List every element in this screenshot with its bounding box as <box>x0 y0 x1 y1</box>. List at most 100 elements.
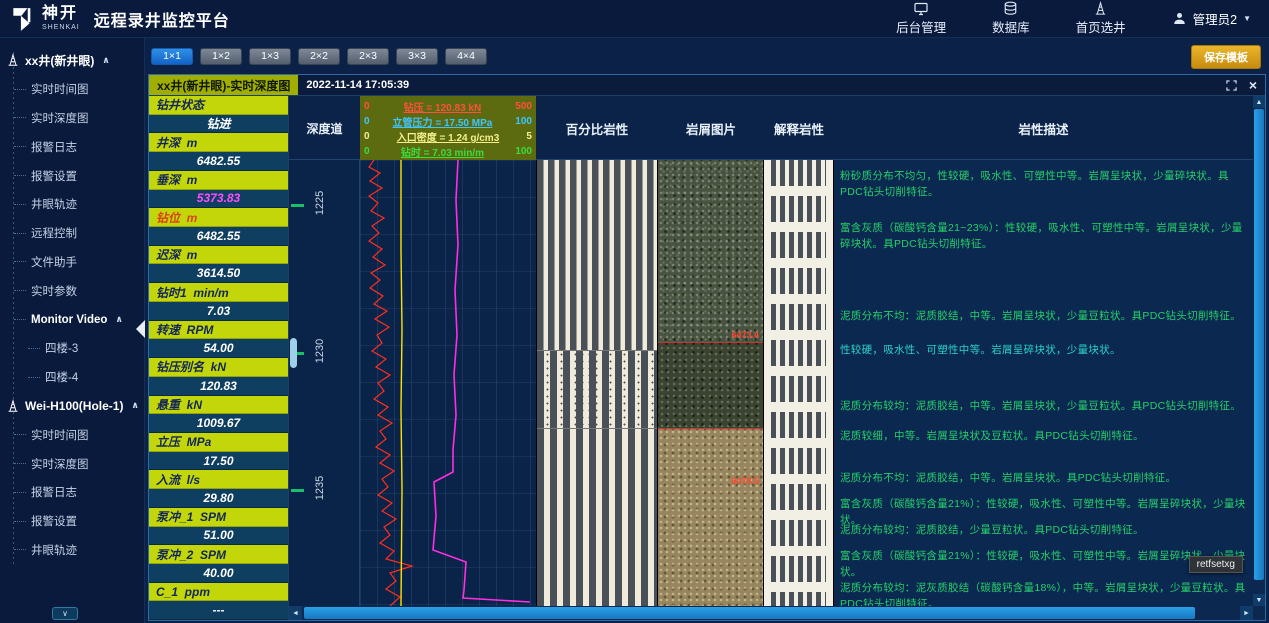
sidebar-item-label: 报警日志 <box>31 139 77 155</box>
vscroll-thumb[interactable] <box>1254 109 1264 580</box>
parameter-row: 立压 MPa 17.50 <box>149 433 288 470</box>
sidebar-item[interactable]: 实时时间图 ∧ <box>0 75 144 104</box>
sidebar-item[interactable]: 实时参数 ∧ <box>0 276 144 305</box>
layout-button[interactable]: 3×3 <box>396 48 438 65</box>
sidebar-item[interactable]: 四楼-4 ∧ <box>0 363 144 392</box>
fullscreen-icon[interactable] <box>1226 80 1237 91</box>
cuttings-photo <box>658 160 763 342</box>
close-icon[interactable]: × <box>1249 78 1257 92</box>
tooltip: retfsetxg <box>1189 556 1243 573</box>
lithology-description-column: 粉砂质分布不均匀，性较硬，吸水性、可塑性中等。岩屑呈块状，少量碎块状。具PDC钻… <box>834 160 1253 606</box>
curve-legend-row[interactable]: 0 钻压 = 120.83 kN 500 <box>360 99 536 114</box>
column-header: 岩性描述 <box>834 96 1253 160</box>
curve-legend-row[interactable]: 0 入口密度 = 1.24 g/cm3 5 <box>360 129 536 144</box>
sidebar-item[interactable]: Monitor Video ∧ <box>0 305 144 334</box>
parameter-row: 转速 RPM 54.00 <box>149 321 288 358</box>
tree-connector <box>28 348 40 349</box>
parameter-label: 井深 m <box>149 133 288 152</box>
sidebar-item[interactable]: 文件助手 ∧ <box>0 248 144 277</box>
parameter-value: 5373.83 <box>149 190 288 209</box>
depth-value: 1225 <box>314 186 326 220</box>
hscroll-track[interactable] <box>302 606 1240 620</box>
sidebar-item[interactable]: 实时深度图 ∧ <box>0 449 144 478</box>
sidebar-item-label: 报警设置 <box>31 513 77 529</box>
description-text: 泥质分布较均：泥灰质胶结（碳酸钙含量18%），中等。岩屑呈块状，少量豆粒状。具P… <box>840 580 1247 606</box>
column-header: 解释岩性 <box>764 96 834 160</box>
nav-database[interactable]: 数据库 <box>992 1 1030 36</box>
vertical-scrollbar[interactable]: ▲ ▼ <box>1253 96 1265 606</box>
scroll-left-icon[interactable]: ◄ <box>289 606 302 620</box>
sidebar-item[interactable]: 实时深度图 ∧ <box>0 104 144 133</box>
parameter-value: 3614.50 <box>149 264 288 283</box>
scale-max: 100 <box>515 116 532 127</box>
scroll-right-icon[interactable]: ► <box>1240 606 1253 620</box>
layout-button[interactable]: 2×3 <box>347 48 389 65</box>
hscroll-thumb[interactable] <box>304 607 1195 619</box>
sidebar-item-label: Monitor Video <box>31 314 107 326</box>
parameter-label: 转速 RPM <box>149 321 288 340</box>
column-header: 岩屑图片 <box>658 96 764 160</box>
horizontal-scrollbar[interactable]: ◄ ► <box>289 606 1253 620</box>
lithology-pattern <box>537 160 657 350</box>
user-icon <box>1172 11 1187 26</box>
track-resize-handle[interactable] <box>290 338 297 368</box>
app-header: 神开 SHENKAI 远程录井监控平台 后台管理 数据库 <box>0 0 1269 38</box>
sidebar-item[interactable]: 报警日志 ∧ <box>0 478 144 507</box>
sidebar-item[interactable]: 井眼轨迹 ∧ <box>0 536 144 565</box>
sidebar-item[interactable]: 四楼-3 ∧ <box>0 334 144 363</box>
curve-legend-row[interactable]: 0 立管压力 = 17.50 MPa 100 <box>360 114 536 129</box>
parameter-label: 垂深 m <box>149 171 288 190</box>
curve-legend-row[interactable]: 0 钻时 = 7.03 min/m 100 <box>360 144 536 159</box>
tree-connector <box>14 204 26 205</box>
parameter-label: 泵冲_2 SPM <box>149 545 288 564</box>
sidebar-item[interactable]: 实时时间图 ∧ <box>0 420 144 449</box>
scroll-up-icon[interactable]: ▲ <box>1253 96 1265 108</box>
sidebar-item[interactable]: 远程控制 ∧ <box>0 219 144 248</box>
nav-well-select[interactable]: 首页选井 <box>1076 1 1126 36</box>
layout-buttons: 1×1 1×2 1×3 2×2 2×3 3×3 4×4 <box>151 48 494 65</box>
sidebar-item[interactable]: 报警日志 ∧ <box>0 132 144 161</box>
layout-button[interactable]: 1×1 <box>151 48 193 65</box>
layout-button[interactable]: 2×2 <box>298 48 340 65</box>
curve-standpipe-pressure <box>433 160 530 602</box>
scroll-down-icon[interactable]: ▼ <box>1253 594 1265 606</box>
parameter-value: 1009.67 <box>149 414 288 433</box>
parameter-row: 井深 m 6482.55 <box>149 133 288 170</box>
layout-button[interactable]: 4×4 <box>445 48 487 65</box>
save-template-button[interactable]: 保存模板 <box>1191 45 1261 69</box>
description-text: 粉砂质分布不均匀，性较硬，吸水性、可塑性中等。岩屑呈块状，少量碎块状。具PDC钻… <box>840 168 1247 201</box>
scale-min: 0 <box>364 101 370 112</box>
main-area: 1×1 1×2 1×3 2×2 2×3 3×3 4×4 保存模板 xx井(新井眼… <box>145 38 1269 623</box>
tree-connector <box>14 117 26 118</box>
sidebar-item[interactable]: 报警设置 ∧ <box>0 507 144 536</box>
parameter-row: C_1 ppm --- <box>149 583 288 620</box>
vscroll-track[interactable] <box>1254 108 1264 594</box>
description-text: 泥质分布较均：泥质胶结，中等。岩屑呈块状，少量豆粒状。具PDC钻头切削特征。 <box>840 398 1247 414</box>
sidebar-item-label: 四楼-3 <box>45 340 78 356</box>
parameter-row: 垂深 m 5373.83 <box>149 171 288 208</box>
panel-titlebar: xx井(新井眼)-实时深度图 2022-11-14 17:05:39 × <box>149 75 1265 96</box>
tree-connector <box>14 261 26 262</box>
sidebar-collapse-handle[interactable] <box>136 320 145 338</box>
tree-connector <box>14 89 26 90</box>
curve-wob <box>369 160 412 606</box>
sidebar-item[interactable]: 报警设置 ∧ <box>0 161 144 190</box>
sidebar-item[interactable]: Wei-H100(Hole-1) ∧ <box>0 392 144 421</box>
sidebar-item[interactable]: xx井(新井眼) ∧ <box>0 46 144 75</box>
curve-legend-band: 0 钻压 = 120.83 kN 500 0 立管压力 = 17.50 MPa … <box>360 96 536 160</box>
logo-text-en: SHENKAI <box>42 24 80 31</box>
user-menu[interactable]: 管理员2 ▼ <box>1172 9 1251 28</box>
layout-button[interactable]: 1×3 <box>249 48 291 65</box>
nav-backend-admin[interactable]: 后台管理 <box>896 2 946 36</box>
parameter-value: 7.03 <box>149 302 288 321</box>
sidebar-scroll-control[interactable]: ∨ <box>52 607 78 620</box>
layout-button[interactable]: 1×2 <box>200 48 242 65</box>
sidebar-item-label: 井眼轨迹 <box>31 196 77 212</box>
sidebar-item[interactable]: 井眼轨迹 ∧ <box>0 190 144 219</box>
cuttings-photo <box>658 342 763 428</box>
cuttings-photo <box>658 428 763 606</box>
cuttings-photo-column: 6473.4 6478.5 <box>658 160 764 606</box>
database-icon <box>1003 1 1018 16</box>
description-text: 泥质分布不均：泥质胶结，中等。岩屑呈块状，少量豆粒状。具PDC钻头切削特征。 <box>840 308 1247 324</box>
scale-min: 0 <box>364 146 370 157</box>
